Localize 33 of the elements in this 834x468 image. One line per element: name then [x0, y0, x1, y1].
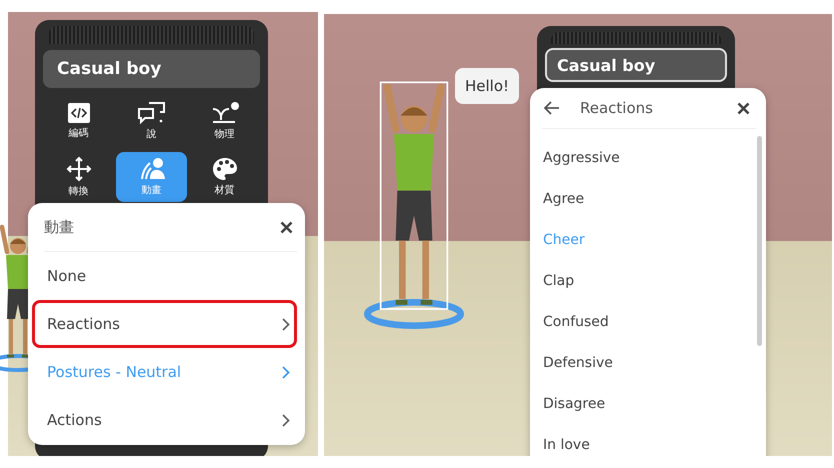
- tool-button[interactable]: 物理: [189, 96, 260, 146]
- reaction-item[interactable]: Agree: [530, 178, 756, 219]
- reaction-item[interactable]: Clap: [530, 260, 756, 301]
- back-arrow-icon[interactable]: [542, 99, 562, 117]
- speech-bubble: Hello!: [455, 68, 520, 104]
- move-arrows-icon: [66, 156, 92, 182]
- object-name-field[interactable]: Casual boy: [43, 50, 260, 88]
- code-icon: [66, 102, 90, 124]
- tool-button[interactable]: 材質: [189, 152, 260, 202]
- menu-title: Reactions: [580, 99, 653, 117]
- tool-button[interactable]: 說: [116, 96, 187, 146]
- close-icon[interactable]: [735, 100, 752, 116]
- reaction-item[interactable]: Disagree: [530, 383, 756, 424]
- menu-title: 動畫: [44, 218, 74, 236]
- reaction-item[interactable]: Defensive: [530, 342, 756, 383]
- tool-button[interactable]: 轉換: [43, 152, 114, 202]
- object-name-field[interactable]: Casual boy: [545, 48, 727, 82]
- palette-icon: [212, 157, 238, 181]
- reaction-item[interactable]: In love: [530, 424, 756, 456]
- chevron-right-icon: [282, 366, 290, 378]
- menu-item[interactable]: None: [35, 255, 294, 297]
- reaction-item[interactable]: Confused: [530, 301, 756, 342]
- drag-handle[interactable]: [551, 32, 721, 44]
- menu-item[interactable]: Reactions: [35, 303, 294, 345]
- menu-item[interactable]: Actions: [35, 399, 294, 441]
- close-icon[interactable]: [278, 218, 295, 236]
- chevron-right-icon: [282, 414, 290, 426]
- reaction-item[interactable]: Aggressive: [530, 137, 756, 178]
- scrollbar[interactable]: [757, 136, 762, 346]
- speech-bubbles-icon: [136, 101, 168, 125]
- tool-button[interactable]: 編碼: [43, 96, 114, 146]
- drag-handle[interactable]: [49, 26, 254, 44]
- chevron-right-icon: [282, 318, 290, 330]
